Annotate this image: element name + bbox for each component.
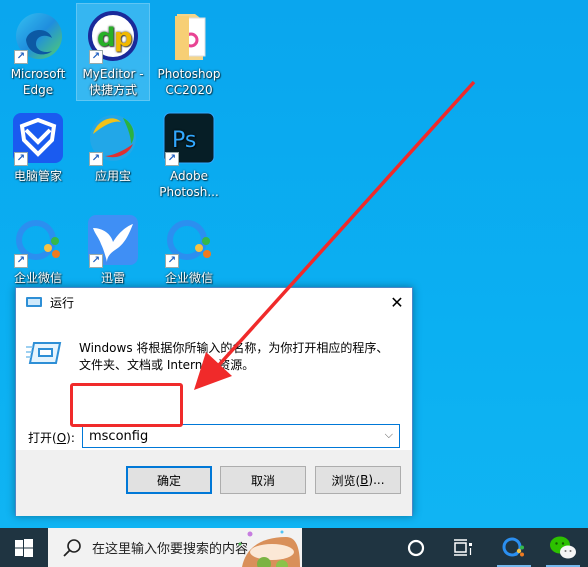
search-placeholder: 在这里输入你要搜索的内容 — [92, 542, 249, 557]
windows-logo-icon — [15, 538, 33, 557]
wecom-taskbar-button[interactable] — [492, 528, 536, 567]
start-button[interactable] — [0, 528, 48, 567]
cortana-icon — [407, 539, 425, 556]
task-view-button[interactable] — [441, 528, 485, 567]
search-highlight-image — [232, 528, 302, 567]
cortana-button[interactable] — [394, 528, 438, 567]
wechat-taskbar-button[interactable] — [541, 528, 585, 567]
task-view-icon — [454, 538, 472, 556]
search-box[interactable]: 在这里输入你要搜索的内容 — [48, 528, 302, 567]
wecom-taskbar-icon — [502, 537, 524, 556]
annotation-arrow — [194, 80, 476, 390]
taskbar: 在这里输入你要搜索的内容 — [0, 528, 588, 567]
search-icon — [63, 538, 81, 557]
arrow-shaft — [216, 80, 476, 368]
wechat-taskbar-icon — [550, 536, 576, 558]
